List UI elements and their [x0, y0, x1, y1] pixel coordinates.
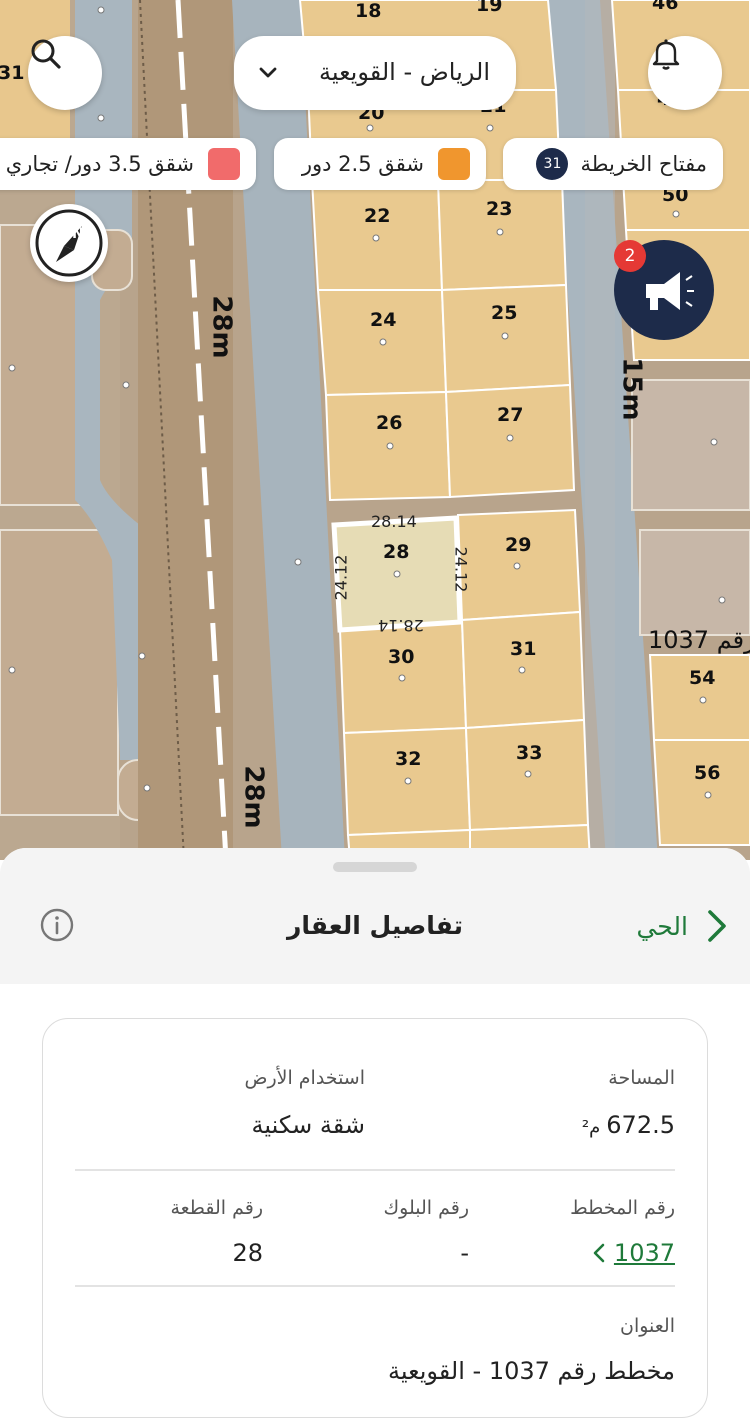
- road-width-label: 28m: [238, 765, 269, 829]
- map-key-count-badge: 31: [536, 148, 569, 180]
- legend-chip-3-5-floor[interactable]: شقق 3.5 دور/ تجاري: [0, 138, 256, 190]
- location-text: الرياض - القويعية: [318, 58, 490, 86]
- plot-label[interactable]: 24: [370, 309, 396, 331]
- search-icon: [31, 39, 61, 69]
- legend-swatch: [208, 148, 240, 180]
- compass-icon: N: [35, 209, 103, 277]
- plot-label[interactable]: 18: [355, 0, 381, 22]
- address-value: مخطط رقم 1037 - القويعية: [388, 1357, 675, 1385]
- plan-number-value: 1037: [613, 1239, 675, 1267]
- area-value-group: 672.5 م²: [582, 1111, 675, 1139]
- legend-chip-2-5-floor[interactable]: شقق 2.5 دور: [274, 138, 486, 190]
- notifications-button[interactable]: [648, 36, 722, 110]
- plot-label[interactable]: 25: [491, 302, 517, 324]
- legend-swatch: [438, 148, 470, 180]
- plot-label[interactable]: 54: [689, 667, 715, 689]
- chevron-left-icon: [593, 1243, 605, 1263]
- plot-label[interactable]: 32: [395, 748, 421, 770]
- plot-label[interactable]: 23: [486, 198, 512, 220]
- area-unit: م²: [581, 1117, 601, 1138]
- property-info-card: المساحة استخدام الأرض 672.5 م² شقة سكنية…: [42, 1018, 708, 1418]
- announcement-badge: 2: [614, 240, 646, 272]
- neighborhood-link[interactable]: الحي: [636, 904, 728, 948]
- block-number-label: رقم البلوك: [383, 1197, 469, 1219]
- bell-icon: [652, 39, 680, 70]
- divider: [75, 1169, 675, 1171]
- plot-label[interactable]: 46: [652, 0, 678, 14]
- plot-label[interactable]: 29: [505, 534, 531, 556]
- block-number-value: -: [460, 1239, 469, 1267]
- plot-label[interactable]: 26: [376, 412, 402, 434]
- property-details-sheet: تفاصيل العقار الحي المساحة استخدام الأرض…: [0, 848, 750, 1428]
- land-use-value: شقة سكنية: [251, 1111, 365, 1139]
- plot-label-selected[interactable]: 28: [383, 541, 409, 563]
- map-key-chip[interactable]: مفتاح الخريطة 31: [503, 138, 723, 190]
- plot-label[interactable]: 56: [694, 762, 720, 784]
- area-value: 672.5: [606, 1111, 675, 1139]
- plan-number-link[interactable]: 1037: [592, 1239, 675, 1267]
- chevron-down-icon: [259, 67, 277, 78]
- road-width-label: 28m: [206, 295, 237, 359]
- search-button[interactable]: [28, 36, 102, 110]
- plot-label[interactable]: 31: [0, 62, 24, 84]
- chevron-right-icon: [708, 910, 726, 942]
- plot-label[interactable]: 27: [497, 404, 523, 426]
- plan-number-label: رقم المخطط: [570, 1197, 675, 1219]
- sheet-header: تفاصيل العقار الحي: [0, 848, 750, 984]
- area-label: المساحة: [608, 1067, 675, 1089]
- compass-button[interactable]: N: [30, 204, 108, 282]
- plot-label[interactable]: 19: [476, 0, 502, 16]
- legend-label: شقق 2.5 دور: [301, 152, 424, 176]
- address-label: العنوان: [619, 1315, 675, 1337]
- drag-handle[interactable]: [333, 862, 417, 872]
- divider: [75, 1285, 675, 1287]
- svg-text:N: N: [72, 226, 84, 242]
- map-canvas[interactable]: [0, 0, 750, 860]
- dimension-left: 24.12: [331, 554, 351, 601]
- land-use-label: استخدام الأرض: [244, 1067, 365, 1089]
- dimension-right: 24.12: [451, 546, 471, 593]
- legend-label: شقق 3.5 دور/ تجاري: [5, 152, 194, 176]
- plot-label[interactable]: 22: [364, 205, 390, 227]
- plot-number-value: 28: [232, 1239, 263, 1267]
- plot-label[interactable]: 33: [516, 742, 542, 764]
- plot-number-label: رقم القطعة: [170, 1197, 263, 1219]
- neighborhood-link-label: الحي: [636, 911, 688, 941]
- plot-label[interactable]: 31: [510, 638, 536, 660]
- dimension-bottom: 28.14: [378, 616, 424, 635]
- location-selector[interactable]: الرياض - القويعية: [234, 36, 516, 110]
- road-width-label: 15m: [616, 357, 647, 421]
- dimension-top: 28.14: [371, 512, 417, 531]
- plan-number-label: رقم 1037: [648, 626, 750, 654]
- map-key-label: مفتاح الخريطة: [580, 152, 707, 176]
- plot-label[interactable]: 30: [388, 646, 414, 668]
- map-view[interactable]: 18 19 20 21 22 23 24 25 26 27 28 29 30 3…: [0, 0, 750, 860]
